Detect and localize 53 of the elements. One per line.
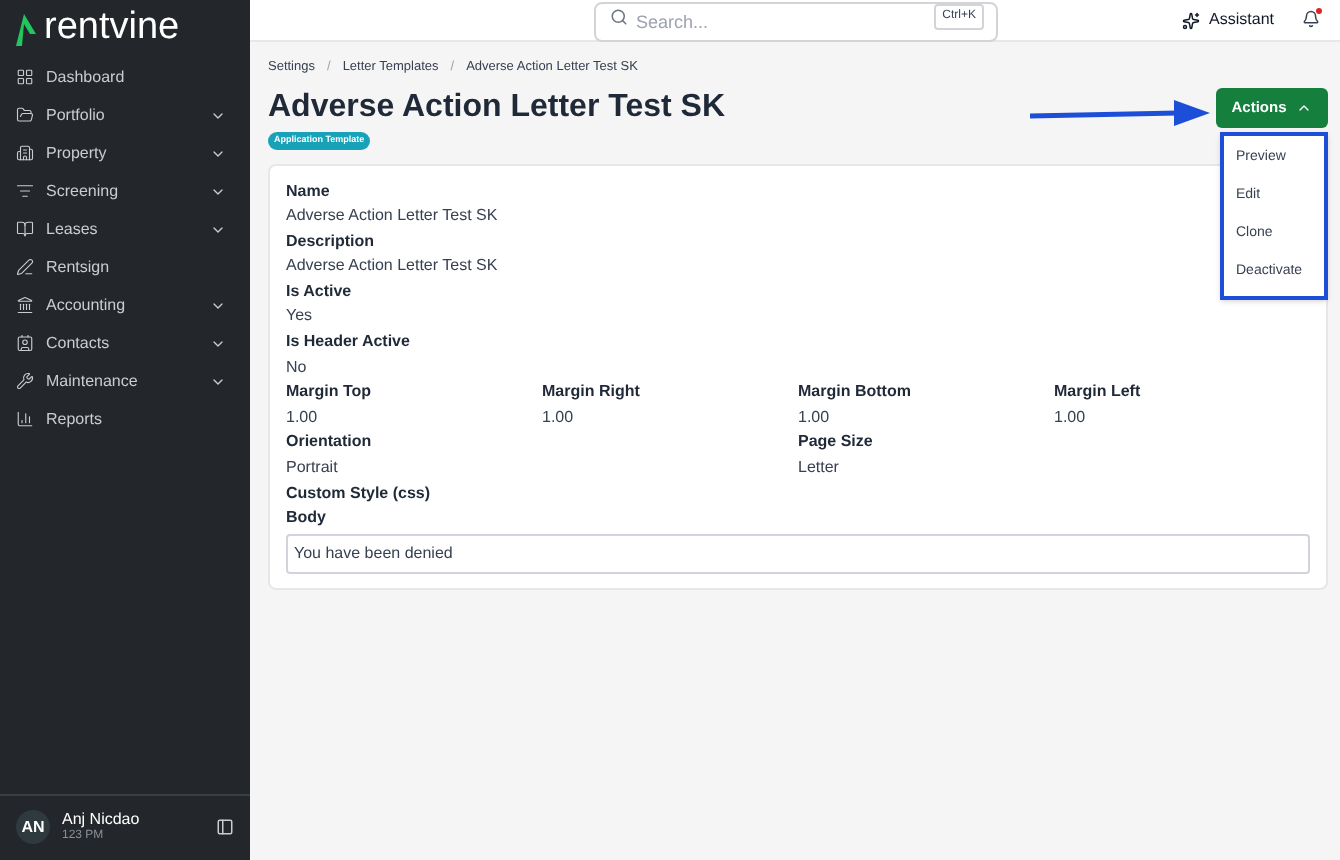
nav-icon	[16, 334, 34, 352]
field-value: 1.00	[798, 405, 830, 430]
nav-icon	[16, 258, 34, 276]
field-label: Orientation	[286, 430, 372, 455]
field-value: 1.00	[1054, 405, 1086, 430]
field-value: Yes	[286, 304, 313, 329]
user-avatar: AN	[16, 810, 50, 844]
sidebar-item[interactable]: Portfolio	[0, 96, 250, 134]
field-label: Margin Top	[286, 380, 372, 405]
sidebar-item[interactable]: Dashboard	[0, 58, 250, 96]
field-label: Margin Left	[1054, 380, 1141, 405]
field-value: 1.00	[286, 405, 318, 430]
nav-icon	[16, 106, 34, 124]
field-value: Portrait	[286, 456, 338, 481]
field-value: Adverse Action Letter Test SK	[286, 204, 498, 229]
field-value: No	[286, 355, 307, 380]
field-label: Description	[286, 229, 375, 254]
field-label: Custom Style (css)	[286, 481, 431, 506]
nav-icon	[16, 410, 34, 428]
field-label: Body	[286, 506, 326, 531]
sidebar-item[interactable]: Leases	[0, 210, 250, 248]
sidebar-item[interactable]: Contacts	[0, 324, 250, 362]
field-value: Adverse Action Letter Test SK	[286, 254, 498, 279]
nav-icon	[16, 296, 34, 314]
page-title: Adverse Action Letter Test SK	[268, 87, 725, 128]
field-label: Name	[286, 179, 330, 203]
nav-icon	[16, 220, 34, 238]
field-value: Letter	[798, 456, 839, 481]
sidebar-item[interactable]: Property	[0, 134, 250, 172]
body-text-box: You have been denied	[286, 533, 1310, 574]
field-label: Margin Right	[542, 380, 640, 405]
search-icon	[610, 8, 628, 26]
sparkle-icon	[1181, 11, 1200, 29]
sidebar-item[interactable]: Reports	[0, 400, 250, 438]
logo-icon	[16, 9, 36, 45]
field-label: Margin Bottom	[798, 380, 911, 405]
field-label: Is Active	[286, 279, 352, 304]
sidebar-item[interactable]: Rentsign	[0, 248, 250, 286]
user-name: Anj Nicdao	[62, 809, 142, 829]
sidebar-item[interactable]: Screening	[0, 172, 250, 210]
logo-text: rentvine	[44, 8, 180, 46]
sidebar-item[interactable]: Accounting	[0, 286, 250, 324]
bell-icon[interactable]	[1302, 10, 1320, 30]
nav-icon	[16, 68, 34, 86]
nav-icon	[16, 182, 34, 200]
collapse-sidebar-icon[interactable]	[216, 818, 234, 836]
field-value: 1.00	[542, 405, 574, 430]
nav-icon	[16, 372, 34, 390]
nav-icon	[16, 144, 34, 162]
field-label: Is Header Active	[286, 330, 410, 355]
field-label: Page Size	[798, 430, 873, 455]
sidebar-item[interactable]: Maintenance	[0, 362, 250, 400]
assistant-button[interactable]: Assistant	[1181, 8, 1274, 32]
